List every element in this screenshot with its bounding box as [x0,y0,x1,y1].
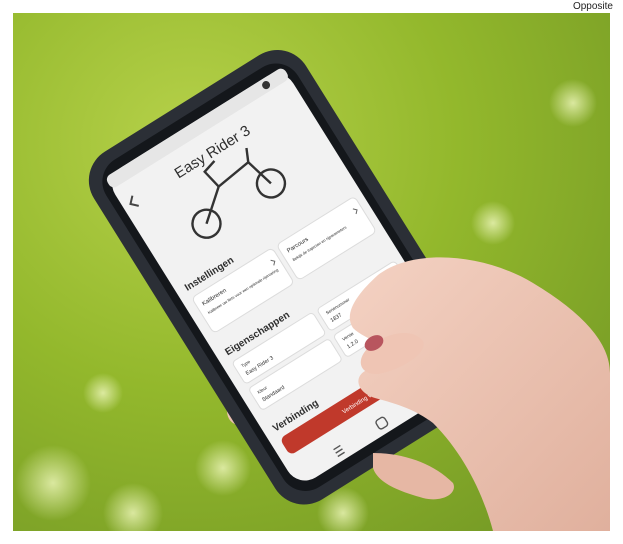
finger-bottom [373,453,454,500]
phone-photo: Easy Rider 3 Instellingen Kalibreren Kal… [15,50,610,531]
background-grass: Easy Rider 3 Instellingen Kalibreren Kal… [13,13,610,531]
photo-scene: Opposite Easy Rider 3 Instellingen Kalib… [0,0,623,544]
hand [349,257,610,531]
watermark: Opposite [572,1,613,12]
